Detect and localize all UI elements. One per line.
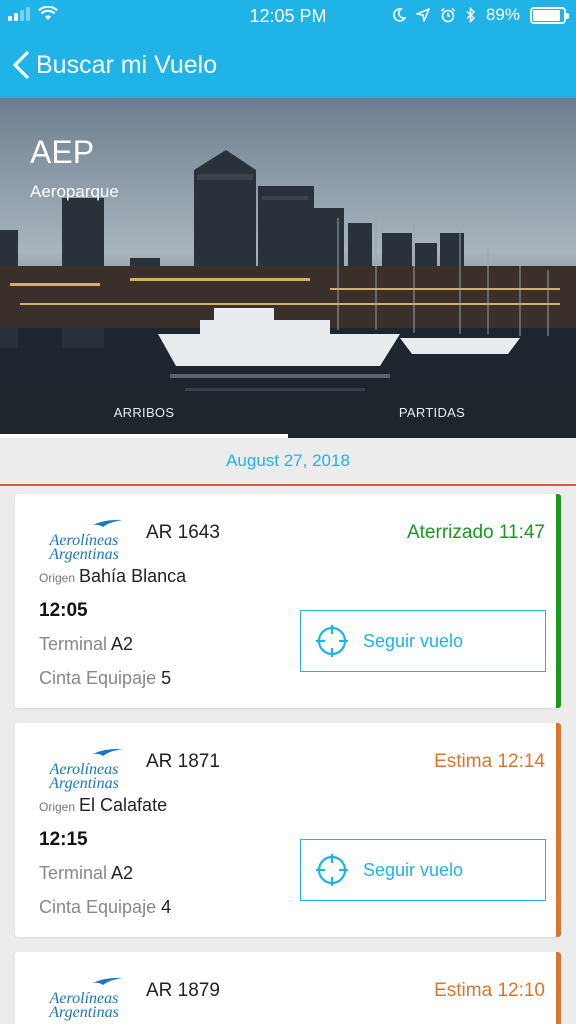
belt-value: 4	[161, 897, 172, 917]
tab-partidas[interactable]: PARTIDAS	[288, 386, 576, 438]
flight-card[interactable]: Aerolíneas Argentinas AR 1879 Estima 12:…	[15, 952, 561, 1024]
airport-code: AEP	[30, 134, 95, 170]
airline-logo: Aerolíneas Argentinas	[43, 974, 125, 1021]
origin-label: Origen	[39, 800, 76, 814]
airline-logo: Aerolíneas Argentinas	[43, 745, 125, 792]
belt-label: Cinta Equipaje	[39, 668, 157, 688]
flight-number: AR 1871	[146, 751, 220, 772]
terminal-value: A2	[111, 634, 134, 654]
flight-time: 12:05	[39, 600, 88, 621]
belt-value: 5	[161, 668, 172, 688]
flight-status: Estima 12:14	[434, 751, 545, 772]
airline-logo: Aerolíneas Argentinas	[43, 516, 125, 563]
date-header: August 27, 2018	[0, 438, 576, 486]
airline-bird-icon	[93, 977, 123, 985]
follow-flight-label: Seguir vuelo	[363, 859, 464, 880]
crosshair-icon	[315, 853, 349, 887]
status-stripe	[556, 952, 561, 1024]
crosshair-icon	[315, 624, 349, 658]
origin-value: El Calafate	[79, 795, 168, 815]
location-arrow-icon	[416, 8, 430, 22]
origin-value: Bahía Blanca	[79, 566, 187, 586]
bluetooth-icon	[466, 7, 476, 23]
belt-label: Cinta Equipaje	[39, 897, 157, 917]
flight-card[interactable]: Aerolíneas Argentinas AR 1643 Aterrizado…	[15, 494, 561, 708]
airline-logo-line2: Argentinas	[49, 775, 119, 792]
airport-name: Aeroparque	[30, 182, 119, 201]
flight-status: Estima 12:10	[434, 980, 545, 1001]
moon-icon	[393, 8, 406, 22]
flight-card[interactable]: Aerolíneas Argentinas AR 1871 Estima 12:…	[15, 723, 561, 937]
back-button[interactable]: Buscar mi Vuelo	[0, 50, 217, 80]
battery-icon	[530, 6, 569, 24]
flight-time: 12:15	[39, 829, 88, 850]
status-stripe	[556, 494, 561, 708]
battery-percent: 89%	[485, 5, 520, 24]
follow-flight-button[interactable]: Seguir vuelo	[300, 610, 546, 672]
flight-terminal: Terminal A2	[39, 863, 133, 884]
tab-arribos[interactable]: ARRIBOS	[0, 386, 288, 438]
status-right: 89%	[392, 5, 569, 25]
airline-bird-icon	[93, 748, 123, 756]
flight-origin: Origen El Calafate	[39, 795, 167, 816]
airport-hero: AEP Aeroparque ARRIBOS PARTIDAS	[0, 98, 576, 438]
flight-baggage-belt: Cinta Equipaje 5	[39, 668, 171, 689]
follow-flight-button[interactable]: Seguir vuelo	[300, 839, 546, 901]
status-stripe	[556, 723, 561, 937]
status-bar: 12:05 PM 89%	[0, 0, 576, 32]
nav-bar: Buscar mi Vuelo	[0, 32, 576, 98]
terminal-label: Terminal	[39, 634, 108, 654]
battery-level	[533, 9, 560, 21]
flight-terminal: Terminal A2	[39, 634, 133, 655]
follow-flight-label: Seguir vuelo	[363, 630, 464, 651]
flight-number: AR 1879	[146, 980, 220, 1001]
flight-number: AR 1643	[146, 522, 220, 543]
flight-origin: Origen Bahía Blanca	[39, 566, 186, 587]
terminal-label: Terminal	[39, 863, 108, 883]
origin-label: Origen	[39, 571, 76, 585]
flight-baggage-belt: Cinta Equipaje 4	[39, 897, 171, 918]
terminal-value: A2	[111, 863, 134, 883]
airline-logo-line2: Argentinas	[49, 546, 119, 563]
airline-logo-line2: Argentinas	[49, 1004, 119, 1021]
flight-status: Aterrizado 11:47	[406, 522, 545, 543]
nav-title: Buscar mi Vuelo	[36, 50, 218, 79]
airline-bird-icon	[93, 519, 123, 527]
chevron-left-icon	[13, 51, 29, 79]
alarm-icon	[440, 7, 456, 23]
